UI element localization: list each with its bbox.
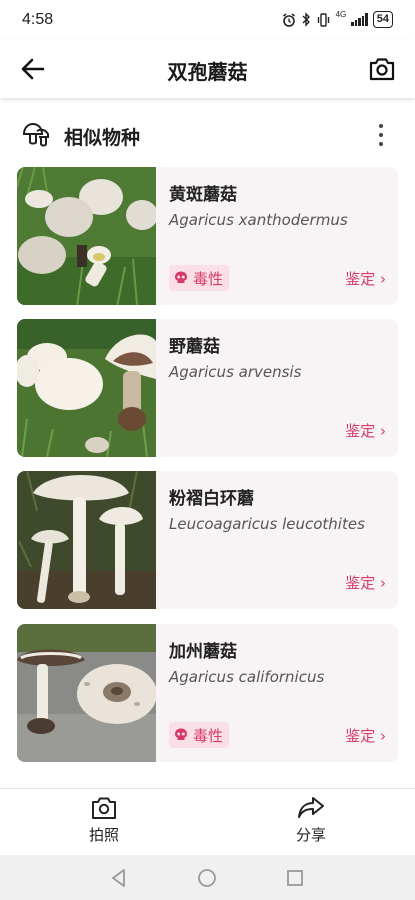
share-button[interactable]: 分享 [266, 795, 356, 845]
species-card[interactable]: 粉褶白环蘑 Leucoagaricus leucothites 鉴定 › [17, 471, 398, 609]
species-latin-name: Agaricus xanthodermus [169, 211, 348, 229]
section-title: 相似物种 [64, 127, 141, 149]
species-photo [17, 319, 156, 457]
skull-icon [175, 271, 187, 283]
recents-square-icon[interactable] [284, 867, 306, 889]
species-name: 黄斑蘑菇 [169, 185, 237, 205]
species-name: 加州蘑菇 [169, 642, 237, 662]
page-title: 双孢蘑菇 [167, 60, 248, 84]
toxic-badge: 毒性 [169, 265, 230, 291]
vibrate-icon [317, 12, 329, 27]
toxic-label: 毒性 [193, 726, 224, 745]
species-name: 野蘑菇 [169, 337, 220, 357]
camera-icon[interactable] [367, 54, 397, 84]
identify-link[interactable]: 鉴定 › [345, 725, 386, 746]
system-navigation-bar [0, 855, 415, 900]
toxic-label: 毒性 [193, 269, 224, 288]
species-latin-name: Agaricus californicus [169, 668, 325, 686]
section-header: 相似物种 [22, 120, 392, 150]
species-card[interactable]: 加州蘑菇 Agaricus californicus 毒性 鉴定 › [17, 624, 398, 762]
alarm-icon [282, 12, 295, 27]
share-icon [298, 797, 324, 818]
content-area: 相似物种 黄斑蘑菇 Agaricus xanthodermus 毒性 鉴定 › [0, 98, 415, 788]
species-latin-name: Leucoagaricus leucothites [169, 515, 365, 533]
identify-link[interactable]: 鉴定 › [345, 572, 386, 593]
species-photo [17, 167, 156, 305]
species-card[interactable]: 野蘑菇 Agaricus arvensis 鉴定 › [17, 319, 398, 457]
species-photo [17, 471, 156, 609]
identify-link[interactable]: 鉴定 › [345, 268, 386, 289]
more-options-icon[interactable] [374, 122, 388, 148]
bluetooth-icon [302, 12, 310, 27]
take-photo-button[interactable]: 拍照 [59, 795, 149, 845]
species-photo [17, 624, 156, 762]
species-name: 粉褶白环蘑 [169, 489, 254, 509]
identify-link[interactable]: 鉴定 › [345, 420, 386, 441]
home-circle-icon[interactable] [196, 867, 218, 889]
network-type: 4G [335, 10, 347, 19]
species-card[interactable]: 黄斑蘑菇 Agaricus xanthodermus 毒性 鉴定 › [17, 167, 398, 305]
status-time: 4:58 [22, 11, 54, 28]
bottom-action-bar: 拍照 分享 [0, 788, 415, 855]
app-header: 双孢蘑菇 [0, 40, 415, 98]
species-latin-name: Agaricus arvensis [169, 363, 302, 381]
mushroom-icon [22, 122, 49, 147]
battery-level: 54 [372, 11, 393, 28]
back-triangle-icon[interactable] [108, 867, 130, 889]
signal-icon [351, 13, 368, 26]
status-bar: 4:58 4G 54 [0, 0, 415, 40]
share-label: 分享 [295, 826, 326, 844]
take-photo-label: 拍照 [88, 826, 119, 844]
status-icons: 4G 54 [282, 10, 393, 28]
toxic-badge: 毒性 [169, 722, 230, 748]
skull-icon [175, 728, 187, 740]
camera-icon [92, 797, 116, 819]
